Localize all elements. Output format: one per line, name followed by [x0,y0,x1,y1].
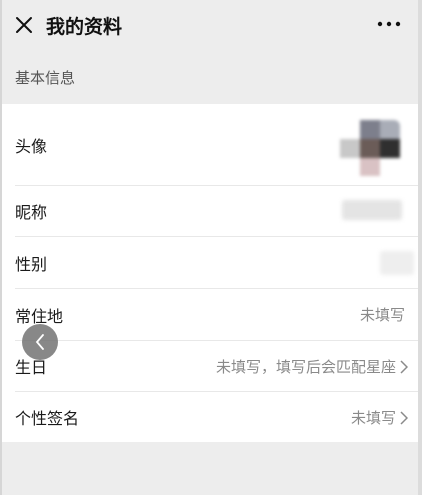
row-signature[interactable]: 个性签名 未填写 [2,392,418,442]
row-value-birthday: 未填写，填写后会匹配星座 [215,357,396,376]
row-label-location: 常住地 [15,306,64,326]
row-label-signature: 个性签名 [15,409,80,428]
avatar [340,120,400,176]
row-label-avatar: 头像 [15,136,48,156]
row-value-signature: 未填写 [350,408,396,427]
row-label-nickname: 昵称 [15,203,48,222]
row-value-location: 未填写 [359,306,405,324]
row-gender[interactable]: 性别 [2,237,418,288]
gender-blurred [380,251,414,275]
row-nickname[interactable]: 昵称 [2,186,418,236]
row-label-gender: 性别 [15,254,48,274]
nickname-blurred [342,200,402,220]
row-avatar[interactable]: 头像 [2,104,418,185]
row-birthday[interactable]: 生日 未填写，填写后会匹配星座 [2,341,418,391]
page-title: 我的资料 [46,15,123,38]
floating-back-button[interactable] [22,324,58,360]
chevron-left-icon [35,334,44,350]
chevron-right-icon [400,360,408,374]
row-location[interactable]: 常住地 未填写 [2,289,418,340]
profile-card: 头像 昵称 性别 常住地 未填写 生日 未填写，填写后会匹配星座 个性签名 未填… [2,104,418,442]
top-bar: 我的资料 [2,0,418,50]
section-label: 基本信息 [15,68,76,87]
close-icon [16,17,32,33]
right-edge [418,0,422,495]
more-horizontal-icon [377,21,401,27]
close-button[interactable] [2,0,46,50]
chevron-right-icon [400,411,408,425]
more-button[interactable] [374,12,404,36]
